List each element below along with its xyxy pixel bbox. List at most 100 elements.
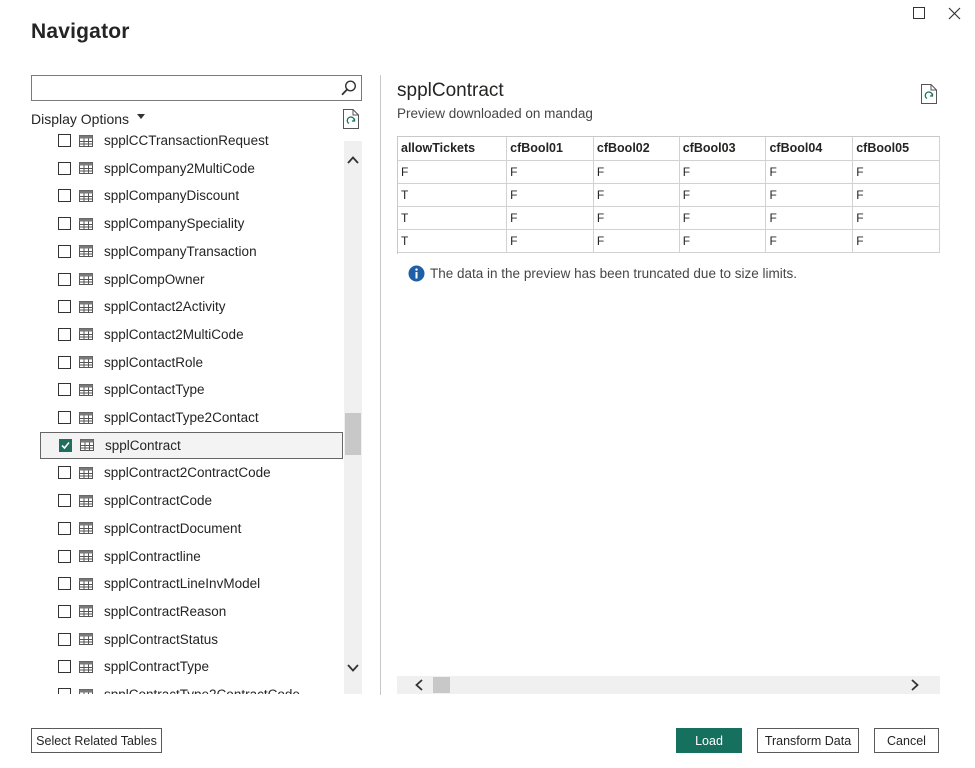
list-item[interactable]: spplContract2ContractCode xyxy=(40,459,343,486)
scroll-down-icon[interactable] xyxy=(347,663,359,673)
list-item-label: spplContract xyxy=(105,437,181,453)
list-item[interactable]: spplCompanyDiscount xyxy=(40,182,343,209)
scroll-left-icon[interactable] xyxy=(414,679,424,691)
list-item-label: spplContact2Activity xyxy=(104,299,226,315)
list-item[interactable]: spplContractType2ContractCode xyxy=(40,681,343,694)
search-input[interactable] xyxy=(32,76,332,100)
table-cell: F xyxy=(765,229,854,253)
list-item-label: spplCompanySpeciality xyxy=(104,216,245,232)
list-item[interactable]: spplContractDocument xyxy=(40,515,343,542)
search-icon[interactable] xyxy=(340,79,358,97)
table-icon xyxy=(79,633,93,646)
checkbox[interactable] xyxy=(58,355,71,369)
list-item[interactable]: spplContractType xyxy=(40,653,343,680)
list-item[interactable]: spplContactRole xyxy=(40,349,343,376)
maximize-button[interactable] xyxy=(908,2,930,24)
select-related-tables-button[interactable]: Select Related Tables xyxy=(31,728,162,753)
list-item-label: spplContractLineInvModel xyxy=(104,576,261,592)
display-options-dropdown[interactable]: Display Options xyxy=(31,110,146,128)
checkbox[interactable] xyxy=(58,466,71,480)
checkbox[interactable] xyxy=(58,494,71,508)
checkbox[interactable] xyxy=(58,604,71,618)
checkbox[interactable] xyxy=(58,632,71,646)
list-item-label: spplContractline xyxy=(104,548,201,564)
list-item-label: spplContractStatus xyxy=(104,631,219,647)
checkbox[interactable] xyxy=(58,688,71,694)
checkbox[interactable] xyxy=(58,161,71,175)
list-item[interactable]: spplContactType xyxy=(40,376,343,403)
maximize-icon xyxy=(913,7,925,19)
list-item[interactable]: spplContractCode xyxy=(40,487,343,514)
list-item[interactable]: spplContact2Activity xyxy=(40,293,343,320)
table-cell: F xyxy=(679,160,767,184)
checkbox[interactable] xyxy=(58,660,71,674)
checkbox[interactable] xyxy=(58,272,71,286)
list-item[interactable]: spplContactType2Contact xyxy=(40,404,343,431)
table-icon xyxy=(79,356,93,369)
checkbox[interactable] xyxy=(58,383,71,397)
table-cell: F xyxy=(506,160,594,184)
table-cell: F xyxy=(679,229,767,253)
table-cell: F xyxy=(593,183,680,207)
cancel-button[interactable]: Cancel xyxy=(874,728,939,753)
horizontal-scrollbar[interactable] xyxy=(397,676,940,694)
table-cell: F xyxy=(679,183,767,207)
table-icon xyxy=(79,411,93,424)
scroll-up-icon[interactable] xyxy=(347,155,359,165)
table-icon xyxy=(79,245,93,258)
transform-data-button[interactable]: Transform Data xyxy=(757,728,859,753)
checkbox[interactable] xyxy=(58,300,71,314)
scrollbar-thumb[interactable] xyxy=(345,413,361,455)
display-options-label: Display Options xyxy=(31,111,130,127)
table-cell: F xyxy=(852,229,940,253)
load-button[interactable]: Load xyxy=(676,728,742,753)
list-item[interactable]: spplCompany2MultiCode xyxy=(40,155,343,182)
checkbox[interactable] xyxy=(58,521,71,535)
list-item-label: spplContractType2ContractCode xyxy=(104,687,300,694)
list-item[interactable]: spplContractLineInvModel xyxy=(40,570,343,597)
list-item[interactable]: spplContact2MultiCode xyxy=(40,321,343,348)
list-item[interactable]: spplContractStatus xyxy=(40,626,343,653)
list-item[interactable]: spplCompOwner xyxy=(40,266,343,293)
list-item[interactable]: spplCompanySpeciality xyxy=(40,210,343,237)
close-button[interactable] xyxy=(943,2,965,24)
refresh-preview-icon[interactable] xyxy=(920,83,938,105)
refresh-icon[interactable] xyxy=(342,108,360,130)
list-item[interactable]: spplContract xyxy=(40,431,343,459)
vertical-scrollbar[interactable] xyxy=(344,141,362,694)
list-item[interactable]: spplCCTransactionRequest xyxy=(40,132,343,154)
column-header[interactable]: allowTickets xyxy=(398,137,508,161)
checkbox[interactable] xyxy=(59,438,72,452)
table-cell: F xyxy=(765,206,854,230)
column-header[interactable]: cfBool02 xyxy=(593,137,680,161)
scroll-right-icon[interactable] xyxy=(910,679,920,691)
table-cell: F xyxy=(506,206,594,230)
table-icon xyxy=(79,300,93,313)
pane-divider[interactable] xyxy=(380,75,381,695)
table-cell: F xyxy=(765,160,854,184)
table-list: spplCCTransactionRequest spplCompany2Mult… xyxy=(31,132,344,694)
checkbox[interactable] xyxy=(58,577,71,591)
list-item[interactable]: spplCompanyTransaction xyxy=(40,238,343,265)
column-header[interactable]: cfBool03 xyxy=(679,137,767,161)
checkbox[interactable] xyxy=(58,189,71,203)
checkbox[interactable] xyxy=(58,327,71,341)
close-icon xyxy=(948,7,960,19)
column-header[interactable]: cfBool01 xyxy=(506,137,594,161)
list-item-label: spplContract2ContractCode xyxy=(104,465,271,481)
checkbox[interactable] xyxy=(58,217,71,231)
checkbox[interactable] xyxy=(58,134,71,147)
notice-text: The data in the preview has been truncat… xyxy=(430,266,797,281)
list-item[interactable]: spplContractReason xyxy=(40,598,343,625)
checkbox[interactable] xyxy=(58,411,71,424)
table-cell: F xyxy=(765,183,854,207)
horizontal-scrollbar-thumb[interactable] xyxy=(433,677,450,693)
checkbox[interactable] xyxy=(58,244,71,258)
table-cell: F xyxy=(852,183,940,207)
column-header[interactable]: cfBool04 xyxy=(765,137,854,161)
table-icon xyxy=(79,273,93,285)
list-item[interactable]: spplContractline xyxy=(40,543,343,570)
column-header[interactable]: cfBool05 xyxy=(852,137,940,161)
checkbox[interactable] xyxy=(58,549,71,563)
list-item-label: spplContractCode xyxy=(104,493,213,509)
